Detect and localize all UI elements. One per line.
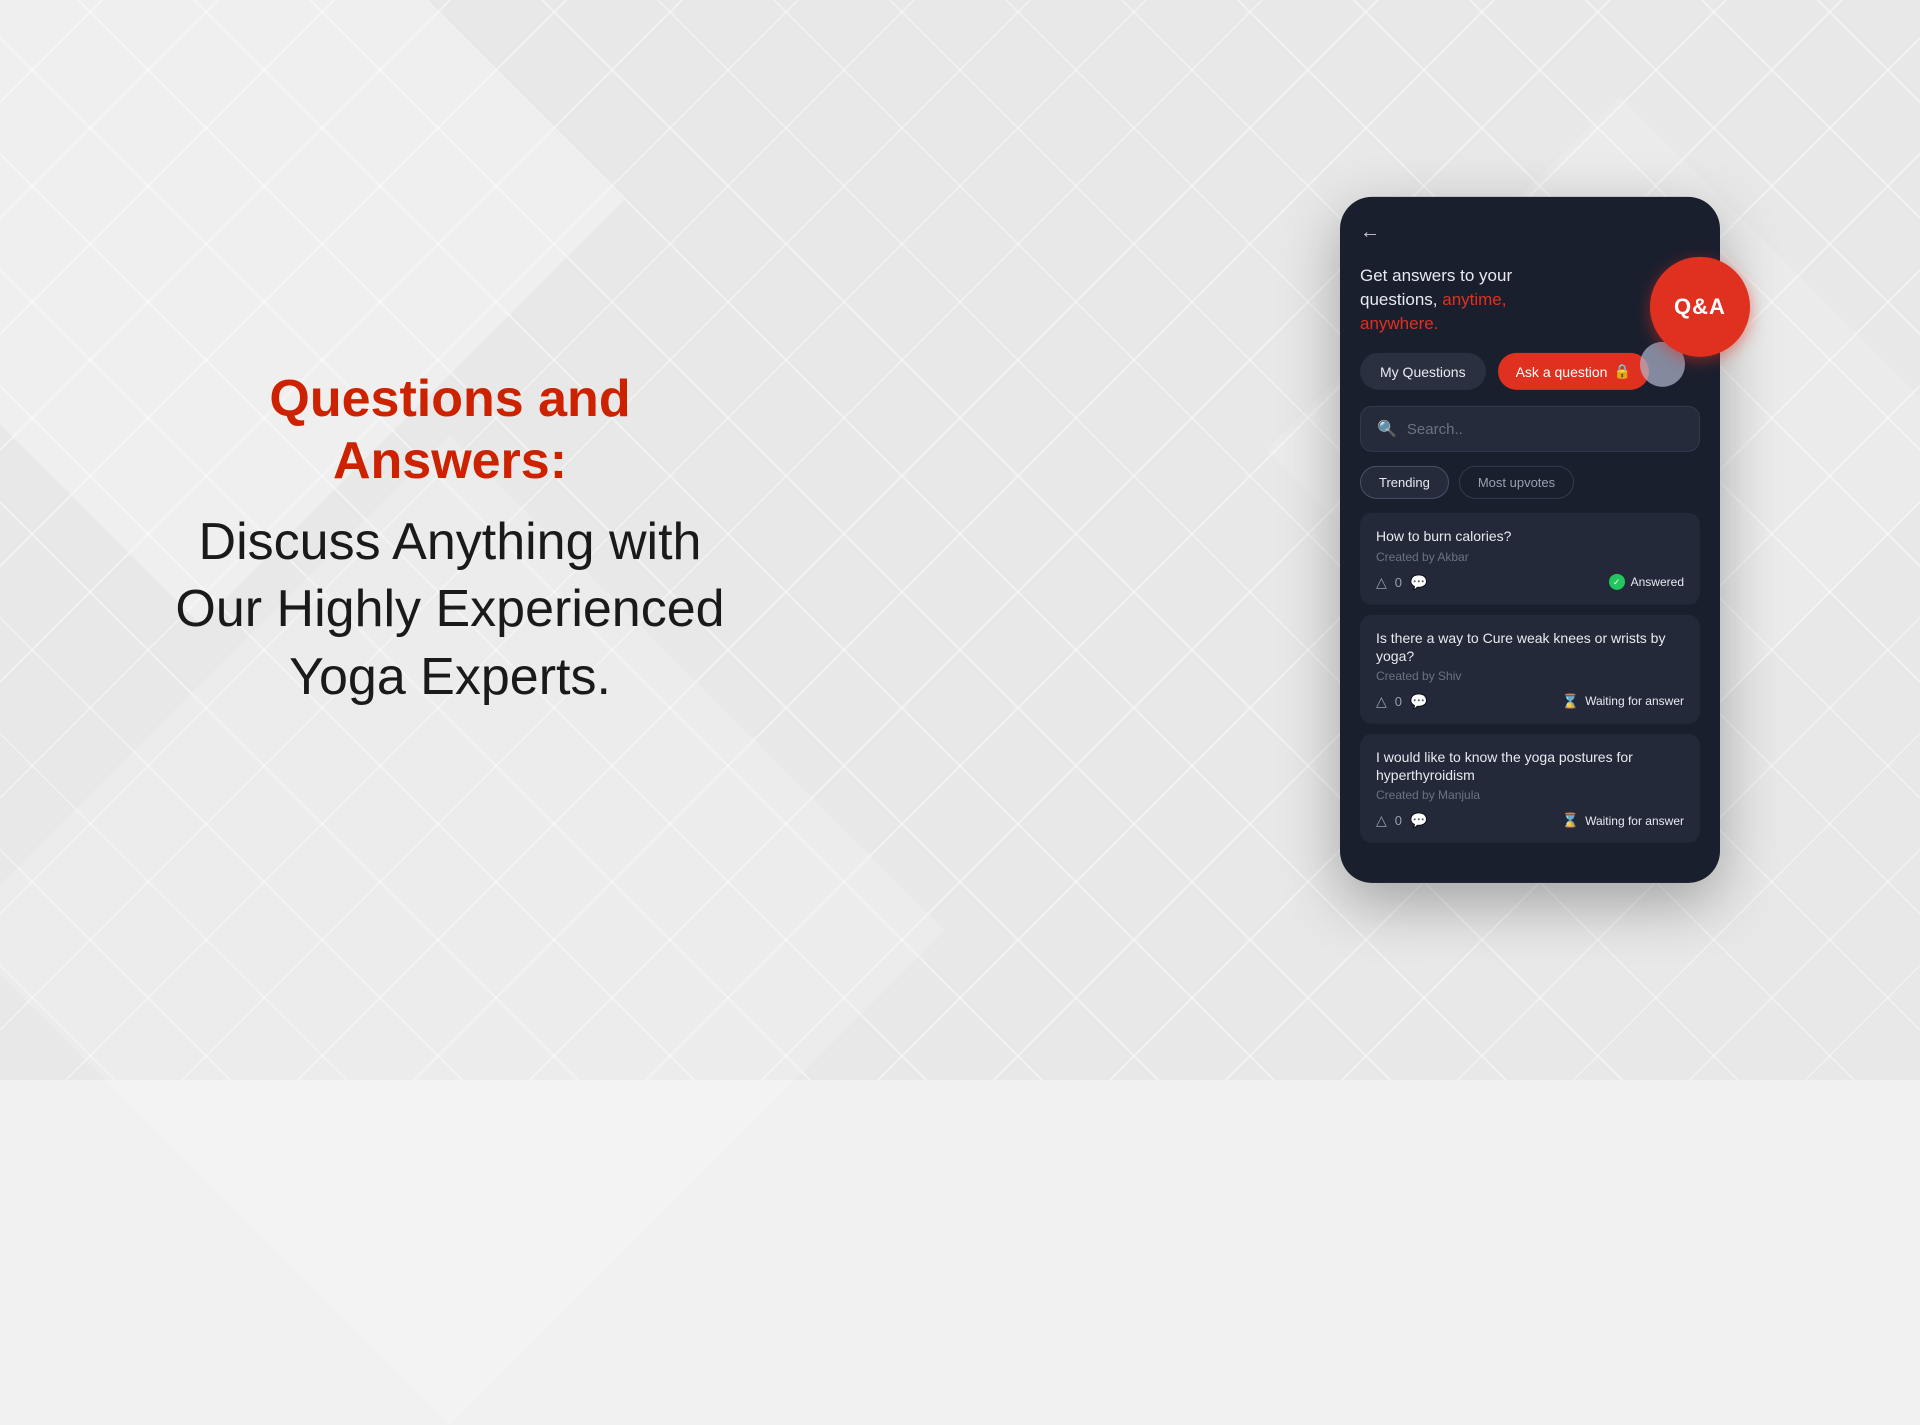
question-footer-2: △ 0 💬 ⌛ Waiting for answer	[1376, 693, 1684, 710]
question-stats-1: △ 0 💬	[1376, 573, 1427, 590]
question-footer-3: △ 0 💬 ⌛ Waiting for answer	[1376, 812, 1684, 829]
comment-icon-2: 💬	[1410, 693, 1427, 710]
search-icon: 🔍	[1377, 419, 1397, 439]
question-title-3: I would like to know the yoga postures f…	[1376, 748, 1684, 784]
comment-icon-1: 💬	[1410, 573, 1427, 590]
page-subtitle: Discuss Anything with Our Highly Experie…	[150, 509, 750, 712]
my-questions-button[interactable]: My Questions	[1360, 353, 1486, 390]
upvote-icon-1: △	[1376, 573, 1387, 590]
status-label-1: Answered	[1631, 575, 1684, 589]
header-line1: Get answers to your	[1360, 266, 1512, 285]
questions-list: How to burn calories? Created by Akbar △…	[1340, 513, 1720, 853]
page-title: Questions and Answers:	[150, 368, 750, 493]
search-container: 🔍 Search..	[1340, 406, 1720, 466]
upvote-icon-3: △	[1376, 812, 1387, 829]
header-line2-highlight: anytime,	[1442, 290, 1506, 309]
waiting-icon-2: ⌛	[1562, 693, 1579, 710]
status-dot-green: ✓	[1609, 574, 1625, 590]
back-button[interactable]: ←	[1360, 221, 1380, 244]
qna-circle: Q&A	[1650, 257, 1750, 357]
upvote-count-2: 0	[1395, 694, 1402, 709]
left-content: Questions and Answers: Discuss Anything …	[150, 368, 750, 712]
upvote-icon-2: △	[1376, 693, 1387, 710]
ask-question-button[interactable]: Ask a question 🔒	[1498, 353, 1649, 390]
upvote-count-3: 0	[1395, 813, 1402, 828]
search-placeholder: Search..	[1407, 421, 1463, 438]
tab-trending[interactable]: Trending	[1360, 466, 1449, 499]
question-stats-3: △ 0 💬	[1376, 812, 1427, 829]
qna-bubble: Q&A	[1630, 257, 1750, 377]
question-card-2[interactable]: Is there a way to Cure weak knees or wri…	[1360, 614, 1700, 723]
upvote-count-1: 0	[1395, 574, 1402, 589]
comment-icon-3: 💬	[1410, 812, 1427, 829]
header-line2-normal: questions,	[1360, 290, 1438, 309]
lock-icon: 🔒	[1613, 363, 1630, 380]
qna-label: Q&A	[1674, 294, 1726, 320]
header-line3: anywhere.	[1360, 313, 1438, 332]
filter-tabs: Trending Most upvotes	[1340, 466, 1720, 513]
search-bar[interactable]: 🔍 Search..	[1360, 406, 1700, 452]
phone-mockup: Q&A ← Get answers to your questions, any…	[1340, 197, 1720, 883]
question-created-2: Created by Shiv	[1376, 669, 1684, 683]
status-label-3: Waiting for answer	[1585, 814, 1684, 828]
tab-most-upvotes[interactable]: Most upvotes	[1459, 466, 1574, 499]
waiting-icon-3: ⌛	[1562, 812, 1579, 829]
question-created-1: Created by Akbar	[1376, 549, 1684, 563]
status-answered-1: ✓ Answered	[1609, 574, 1684, 590]
question-footer-1: △ 0 💬 ✓ Answered	[1376, 573, 1684, 590]
question-created-3: Created by Manjula	[1376, 788, 1684, 802]
question-card-3[interactable]: I would like to know the yoga postures f…	[1360, 734, 1700, 843]
ask-question-label: Ask a question	[1516, 364, 1608, 380]
question-stats-2: △ 0 💬	[1376, 693, 1427, 710]
status-waiting-2: ⌛ Waiting for answer	[1562, 693, 1684, 710]
question-title-1: How to burn calories?	[1376, 527, 1684, 545]
status-label-2: Waiting for answer	[1585, 694, 1684, 708]
question-card-1[interactable]: How to burn calories? Created by Akbar △…	[1360, 513, 1700, 604]
question-title-2: Is there a way to Cure weak knees or wri…	[1376, 628, 1684, 664]
status-waiting-3: ⌛ Waiting for answer	[1562, 812, 1684, 829]
phone-bottom-fade	[1340, 853, 1720, 883]
